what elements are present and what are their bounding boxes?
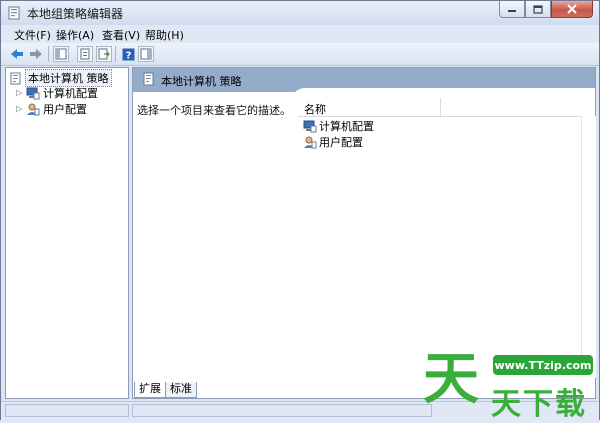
column-separator[interactable]: [440, 98, 441, 116]
tree-root[interactable]: 本地计算机 策略: [9, 69, 112, 87]
tree-item-label: 计算机配置: [43, 87, 98, 100]
maximize-icon: [533, 4, 543, 14]
menu-action[interactable]: 操作(A): [56, 27, 94, 43]
vertical-scrollbar[interactable]: [581, 116, 596, 378]
tree-item-user-config[interactable]: 用户配置: [26, 101, 87, 117]
title-bar[interactable]: 本地组策略编辑器: [1, 1, 599, 25]
watermark-text: 天下载: [491, 387, 587, 422]
menu-bar: 文件(F) 操作(A) 查看(V) 帮助(H): [1, 25, 599, 43]
tab-extended[interactable]: 扩展: [134, 382, 166, 398]
policy-editor-icon: [7, 6, 21, 20]
list-item-label: 计算机配置: [319, 120, 374, 133]
app-window: 本地组策略编辑器 文件(F) 操作(A) 查看(V) 帮助(H) ? 本地计算机…: [0, 0, 600, 422]
help-icon: ?: [122, 48, 134, 61]
list-item-label: 用户配置: [319, 136, 363, 149]
column-name[interactable]: 名称: [304, 101, 326, 117]
forward-arrow-icon: [30, 49, 42, 59]
details-header-title: 本地计算机 策略: [161, 75, 242, 88]
help-button[interactable]: ?: [120, 46, 136, 62]
show-hide-action-pane-icon: [140, 48, 152, 60]
computer-config-icon: [303, 120, 317, 133]
description-text: 选择一个项目来查看它的描述。: [137, 104, 291, 117]
expand-arrow-icon[interactable]: ▷: [16, 105, 24, 113]
list-column-header: 名称: [298, 98, 595, 117]
list-item[interactable]: 用户配置: [303, 134, 363, 150]
export-list-icon: [98, 48, 110, 60]
toolbar-separator: [48, 46, 49, 62]
menu-view[interactable]: 查看(V): [102, 27, 140, 43]
list-item[interactable]: 计算机配置: [303, 118, 374, 134]
expand-arrow-icon[interactable]: ▷: [16, 89, 24, 97]
back-arrow-icon: [11, 49, 23, 59]
tree-item-label: 用户配置: [43, 103, 87, 116]
close-button[interactable]: [551, 1, 593, 18]
back-button[interactable]: [9, 46, 25, 62]
properties-button[interactable]: [77, 46, 93, 62]
menu-file[interactable]: 文件(F): [14, 27, 51, 43]
window-title: 本地组策略编辑器: [27, 7, 124, 21]
forward-button[interactable]: [28, 46, 44, 62]
status-cell: [132, 404, 432, 417]
console-tree: 本地计算机 策略 ▷ 计算机配置 ▷ 用户配置: [5, 67, 129, 399]
site-watermark: 天 www.TTzip.com 天下载: [421, 347, 600, 422]
user-config-icon: [303, 136, 317, 149]
svg-text:?: ?: [125, 50, 131, 61]
view-tabs: 扩展 标准: [132, 381, 432, 399]
status-cell: [5, 404, 129, 417]
window-controls: [499, 1, 593, 19]
export-list-button[interactable]: [96, 46, 112, 62]
computer-config-icon: [26, 87, 40, 100]
user-config-icon: [26, 103, 40, 116]
tab-standard[interactable]: 标准: [165, 382, 197, 398]
watermark-big-char: 天: [423, 347, 479, 412]
minimize-icon: [508, 10, 516, 12]
policy-document-icon: [9, 72, 22, 85]
toolbar: ?: [1, 43, 599, 66]
show-hide-action-pane-button[interactable]: [138, 46, 154, 62]
close-icon: [567, 4, 577, 14]
toolbar-separator: [115, 46, 116, 62]
policy-document-icon: [142, 72, 155, 89]
properties-icon: [80, 48, 90, 60]
menu-help[interactable]: 帮助(H): [145, 27, 184, 43]
maximize-button[interactable]: [525, 1, 551, 18]
minimize-button[interactable]: [499, 1, 525, 18]
show-hide-tree-icon: [55, 48, 67, 60]
watermark-url: www.TTzip.com: [493, 355, 593, 375]
tree-item-computer-config[interactable]: 计算机配置: [26, 85, 98, 101]
show-hide-tree-button[interactable]: [53, 46, 69, 62]
